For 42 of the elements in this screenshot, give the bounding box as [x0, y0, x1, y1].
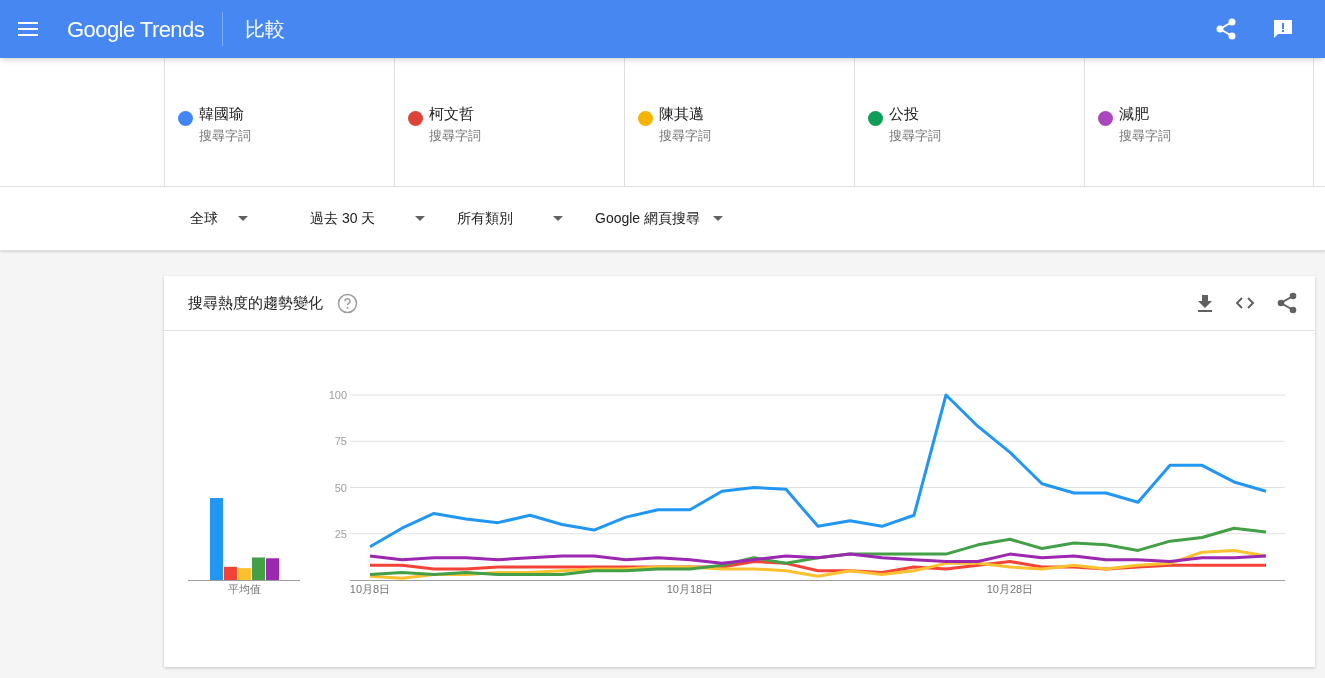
logo[interactable]: Google Trends: [67, 12, 205, 46]
caret-icon: [713, 216, 723, 221]
filter-dropdown[interactable]: Google 網頁搜尋: [579, 200, 739, 237]
menu-icon[interactable]: [18, 22, 38, 36]
share-icon[interactable]: [1277, 292, 1297, 314]
y-axis-label: 25: [334, 527, 347, 540]
caret-icon: [553, 216, 563, 221]
share-icon[interactable]: [1216, 18, 1236, 40]
page-title: 比較: [245, 17, 286, 42]
average-label: 平均值: [227, 583, 261, 595]
term-type: 搜尋字詞: [889, 127, 941, 145]
term-type: 搜尋字詞: [1119, 127, 1171, 145]
term-name: 柯文哲: [429, 104, 475, 124]
term-name: 公投: [889, 104, 920, 124]
term-type: 搜尋字詞: [429, 127, 481, 145]
term-name: 韓國瑜: [199, 104, 245, 124]
search-term-card[interactable]: 柯文哲 搜尋字詞: [394, 58, 624, 186]
caret-icon: [415, 216, 425, 221]
card-title: 搜尋熱度的趨勢變化: [188, 292, 323, 313]
x-axis-label: 10月8日: [349, 583, 391, 595]
feedback-icon[interactable]: [1272, 18, 1294, 40]
search-term-card[interactable]: 韓國瑜 搜尋字詞: [164, 58, 394, 186]
x-axis-label: 10月18日: [666, 583, 714, 595]
help-icon[interactable]: [337, 292, 358, 314]
search-term-card[interactable]: 減肥 搜尋字詞: [1084, 58, 1314, 186]
y-axis-label: 50: [334, 481, 347, 494]
term-name: 減肥: [1119, 104, 1150, 124]
filter-dropdown[interactable]: 全球: [174, 200, 264, 237]
y-axis-label: 100: [328, 389, 347, 401]
x-axis-label: 10月28日: [986, 583, 1034, 595]
y-axis-label: 75: [334, 435, 347, 448]
download-icon[interactable]: [1197, 294, 1213, 312]
filter-dropdown[interactable]: 所有類別: [441, 200, 579, 237]
embed-icon[interactable]: [1235, 296, 1255, 310]
caret-icon: [238, 216, 248, 221]
term-name: 陳其邁: [659, 104, 705, 124]
average-bar: [266, 558, 279, 580]
search-term-card[interactable]: 公投 搜尋字詞: [854, 58, 1084, 186]
filter-dropdown[interactable]: 過去 30 天: [294, 200, 441, 237]
search-term-card[interactable]: 陳其邁 搜尋字詞: [624, 58, 854, 186]
term-type: 搜尋字詞: [659, 127, 711, 145]
term-type: 搜尋字詞: [199, 127, 251, 145]
